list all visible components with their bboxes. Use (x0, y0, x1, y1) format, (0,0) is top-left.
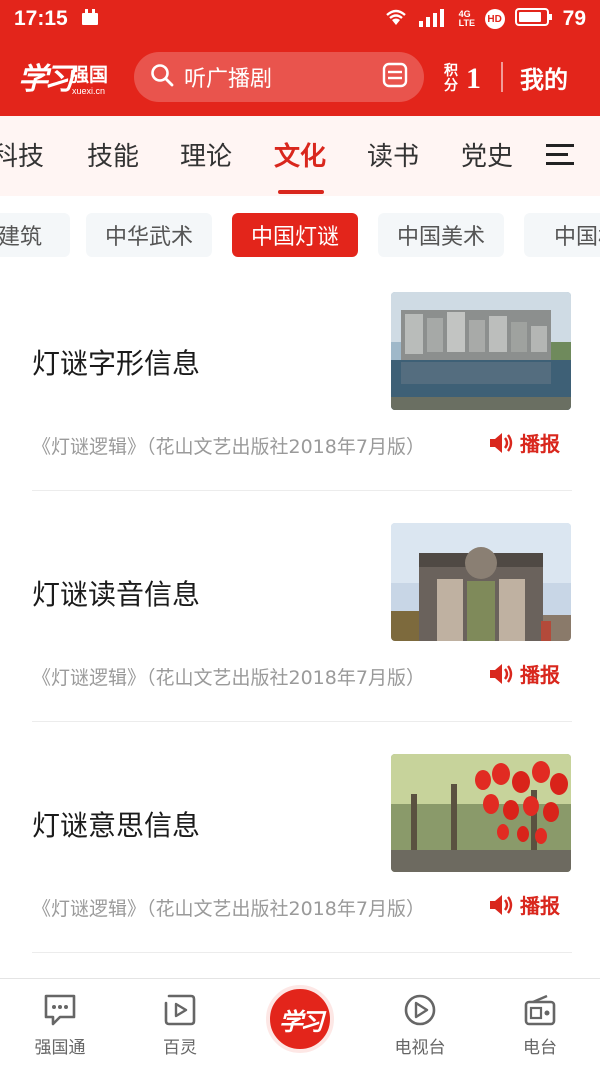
status-time: 17:15 (14, 7, 68, 30)
broadcast-label: 播报 (520, 432, 560, 456)
signal-icon (418, 7, 449, 32)
header-divider (501, 62, 503, 92)
tab-lilun[interactable]: 理论 (180, 136, 232, 173)
speaker-icon (490, 432, 513, 453)
article-item[interactable]: 灯谜意思信息 《灯谜逻辑》（花山文艺出版社2018年7月版） 播报 (0, 754, 600, 984)
article-title[interactable]: 灯谜意思信息 (32, 804, 200, 844)
logo-domain: xuexi.cn (72, 86, 106, 96)
bottom-nav: 强国通 百灵 学习 电视台 电台 (0, 978, 600, 1066)
article-item[interactable]: 灯谜字形信息 《灯谜逻辑》（花山文艺出版社2018年7月版） 播报 (0, 292, 600, 522)
nav-qiangguotong[interactable]: 强国通 (15, 993, 105, 1058)
broadcast-label: 播报 (520, 663, 560, 687)
chip-zhonghua-wushu[interactable]: 中华武术 (86, 213, 212, 257)
points-indicator[interactable]: 积分 1 (444, 62, 481, 96)
category-tabs: 科技 技能 理论 文化 读书 党史 (0, 116, 600, 196)
nav-dianshitai[interactable]: 电视台 (375, 993, 465, 1058)
my-profile-button[interactable]: 我的 (520, 60, 568, 95)
broadcast-button[interactable]: 播报 (488, 890, 560, 919)
play-square-icon (164, 994, 196, 1026)
article-thumbnail[interactable] (391, 523, 571, 641)
play-circle-icon (404, 994, 436, 1026)
nav-bailing[interactable]: 百灵 (135, 993, 225, 1058)
chat-bubble-icon (44, 994, 76, 1026)
article-thumbnail[interactable] (391, 292, 571, 410)
wifi-icon (383, 7, 409, 32)
tab-jineng[interactable]: 技能 (87, 136, 139, 173)
chip-zhongguo-dengmi[interactable]: 中国灯谜 (232, 213, 358, 257)
chip-zhongguo-meishu[interactable]: 中国美术 (378, 213, 504, 257)
divider (32, 490, 572, 491)
chip-jianzhu[interactable]: 建筑 (0, 213, 70, 257)
notification-icon (80, 7, 100, 31)
article-source: 《灯谜逻辑》（花山文艺出版社2018年7月版） (32, 667, 425, 689)
subcategory-chips: 建筑 中华武术 中国灯谜 中国美术 中国格 (0, 196, 600, 276)
nav-label: 电台 (523, 1038, 557, 1058)
battery-percent: 79 (562, 7, 586, 30)
article-source: 《灯谜逻辑》（花山文艺出版社2018年7月版） (32, 436, 425, 458)
tab-wenhua[interactable]: 文化 (274, 136, 326, 173)
nav-label: 电视台 (394, 1038, 446, 1058)
network-type-icon: 4G LTE (458, 9, 475, 28)
broadcast-button[interactable]: 播报 (488, 428, 560, 457)
divider (32, 721, 572, 722)
status-bar: 17:15 4G LTE HD 79 (0, 0, 600, 38)
battery-icon (514, 7, 553, 32)
tab-dushu[interactable]: 读书 (367, 136, 419, 173)
search-placeholder: 听广播剧 (184, 67, 273, 92)
article-title[interactable]: 灯谜字形信息 (32, 342, 200, 382)
divider (32, 952, 572, 953)
menu-icon[interactable] (546, 142, 574, 172)
speaker-icon (490, 663, 513, 684)
article-title[interactable]: 灯谜读音信息 (32, 573, 200, 613)
article-source: 《灯谜逻辑》（花山文艺出版社2018年7月版） (32, 898, 425, 920)
broadcast-button[interactable]: 播报 (488, 659, 560, 688)
broadcast-label: 播报 (520, 894, 560, 918)
radio-icon (524, 994, 556, 1026)
tab-dangshi[interactable]: 党史 (461, 136, 513, 173)
app-header: 学习 强国 xuexi.cn 听广播剧 积分 1 我的 (0, 38, 600, 116)
logo-text: 强国 (70, 64, 109, 86)
speaker-icon (490, 894, 513, 915)
nav-diantai[interactable]: 电台 (495, 993, 585, 1058)
article-thumbnail[interactable] (391, 754, 571, 872)
tab-keji[interactable]: 科技 (0, 136, 44, 173)
home-logo-button[interactable]: 学习 (266, 985, 334, 1053)
scan-icon[interactable] (382, 62, 408, 92)
points-value: 1 (466, 62, 481, 95)
logo-script: 学习 (18, 62, 74, 97)
article-item[interactable]: 灯谜读音信息 《灯谜逻辑》（花山文艺出版社2018年7月版） 播报 (0, 523, 600, 753)
app-logo[interactable]: 学习 强国 xuexi.cn (18, 52, 114, 102)
nav-label: 百灵 (163, 1038, 197, 1058)
active-tab-indicator (278, 190, 324, 194)
search-input[interactable]: 听广播剧 (134, 52, 424, 102)
chip-zhongguo-ge[interactable]: 中国格 (524, 213, 600, 257)
search-icon (150, 63, 174, 91)
nav-label: 强国通 (34, 1038, 86, 1058)
hd-icon: HD (484, 9, 505, 29)
points-label: 积分 (444, 63, 458, 94)
